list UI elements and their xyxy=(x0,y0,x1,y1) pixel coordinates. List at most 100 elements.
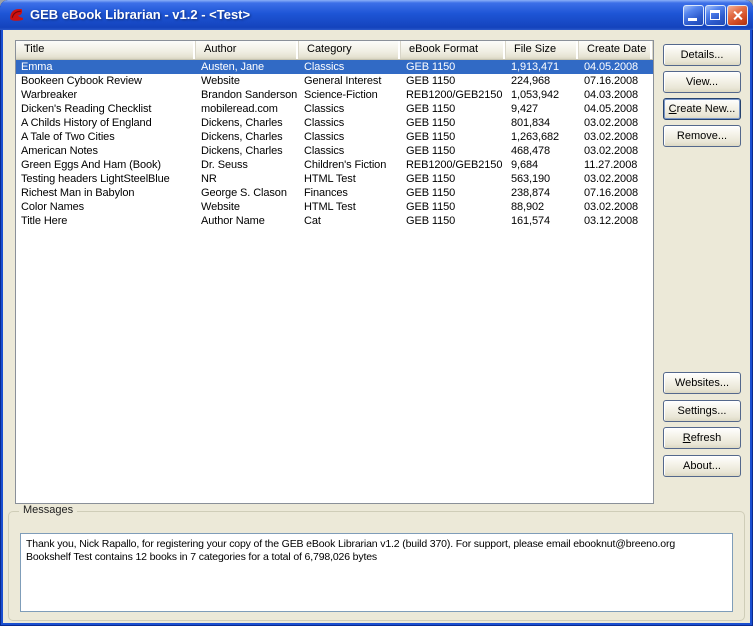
table-row[interactable]: Emma Austen, Jane Classics GEB 1150 1,913,47… xyxy=(16,60,653,74)
maximize-button[interactable] xyxy=(705,5,726,26)
column-header-title[interactable]: Title xyxy=(16,41,196,59)
cell-category: HTML Test xyxy=(304,173,356,185)
table-row[interactable]: A Tale of Two Cities Dickens, Charles Clas… xyxy=(16,130,653,144)
cell-title: Color Names xyxy=(21,201,85,213)
cell-ebook-format: GEB 1150 xyxy=(406,131,456,143)
cell-category: Cat xyxy=(304,215,321,227)
cell-title: American Notes xyxy=(21,145,98,157)
cell-file-size: 563,190 xyxy=(511,173,551,185)
cell-create-date: 03.02.2008 xyxy=(584,173,639,185)
cell-create-date: 11.27.2008 xyxy=(584,159,638,171)
table-row[interactable]: American Notes Dickens, Charles Classics GE… xyxy=(16,144,653,158)
cell-author: Dickens, Charles xyxy=(201,145,283,157)
cell-title: A Childs History of England xyxy=(21,117,152,129)
cell-create-date: 04.05.2008 xyxy=(584,61,639,73)
table-row[interactable]: Testing headers LightSteelBlue NR HTML Tes… xyxy=(16,172,653,186)
message-line: Bookshelf Test contains 12 books in 7 ca… xyxy=(26,551,378,563)
cell-author: Brandon Sanderson xyxy=(201,89,298,101)
cell-create-date: 03.12.2008 xyxy=(584,215,639,227)
details-button[interactable]: Details... xyxy=(663,44,741,66)
cell-author: Austen, Jane xyxy=(201,61,265,73)
remove-button[interactable]: Remove... xyxy=(663,125,741,147)
cell-title: Title Here xyxy=(21,215,68,227)
cell-ebook-format: GEB 1150 xyxy=(406,75,456,87)
cell-author: George S. Clason xyxy=(201,187,287,199)
cell-category: HTML Test xyxy=(304,201,356,213)
view-button[interactable]: View... xyxy=(663,71,741,93)
column-header-category[interactable]: Category xyxy=(299,41,401,59)
red-book-icon xyxy=(10,8,23,21)
cell-ebook-format: GEB 1150 xyxy=(406,187,456,199)
titlebar[interactable]: GEB eBook Librarian - v1.2 - <Test> xyxy=(0,0,753,30)
window-title: GEB eBook Librarian - v1.2 - <Test> xyxy=(30,7,251,22)
cell-file-size: 9,684 xyxy=(511,159,539,171)
book-list: Title Author Category eBook Format File Size… xyxy=(15,40,654,504)
cell-create-date: 03.02.2008 xyxy=(584,131,639,143)
cell-file-size: 9,427 xyxy=(511,103,539,115)
app-icon[interactable] xyxy=(8,6,25,23)
cell-category: Classics xyxy=(304,103,345,115)
column-header-create-date[interactable]: Create Date xyxy=(579,41,653,59)
cell-create-date: 04.03.2008 xyxy=(584,89,639,101)
settings-button[interactable]: Settings... xyxy=(663,400,741,422)
cell-category: Classics xyxy=(304,131,345,143)
cell-category: Science-Fiction xyxy=(304,89,378,101)
column-header-ebook-format[interactable]: eBook Format xyxy=(401,41,506,59)
refresh-button[interactable]: Refresh xyxy=(663,427,741,449)
table-row[interactable]: Richest Man in Babylon George S. Clason Fi… xyxy=(16,186,653,200)
app-window: GEB eBook Librarian - v1.2 - <Test> Titl… xyxy=(0,0,753,626)
cell-category: General Interest xyxy=(304,75,382,87)
cell-ebook-format: GEB 1150 xyxy=(406,215,456,227)
maximize-icon xyxy=(710,10,720,20)
cell-author: mobileread.com xyxy=(201,103,278,115)
cell-create-date: 07.16.2008 xyxy=(584,187,639,199)
cell-create-date: 03.02.2008 xyxy=(584,117,639,129)
cell-create-date: 07.16.2008 xyxy=(584,75,639,87)
close-button[interactable] xyxy=(727,5,748,26)
table-row[interactable]: Title Here Author Name Cat GEB 1150 161,574 0… xyxy=(16,214,653,228)
table-row[interactable]: Dicken's Reading Checklist mobileread.com… xyxy=(16,102,653,116)
cell-category: Classics xyxy=(304,117,345,129)
websites-button[interactable]: Websites... xyxy=(663,372,741,394)
cell-ebook-format: GEB 1150 xyxy=(406,201,456,213)
cell-author: Dickens, Charles xyxy=(201,117,283,129)
cell-category: Classics xyxy=(304,61,345,73)
book-list-header: Title Author Category eBook Format File Size… xyxy=(16,41,653,60)
table-row[interactable]: Green Eggs And Ham (Book) Dr. Seuss Childr… xyxy=(16,158,653,172)
cell-title: A Tale of Two Cities xyxy=(21,131,115,143)
cell-file-size: 1,913,471 xyxy=(511,61,560,73)
cell-ebook-format: GEB 1150 xyxy=(406,103,456,115)
cell-author: Website xyxy=(201,201,240,213)
cell-file-size: 1,053,942 xyxy=(511,89,560,101)
cell-ebook-format: GEB 1150 xyxy=(406,117,456,129)
cell-title: Bookeen Cybook Review xyxy=(21,75,142,87)
about-button[interactable]: About... xyxy=(663,455,741,477)
table-row[interactable]: Bookeen Cybook Review Website General Inte… xyxy=(16,74,653,88)
cell-ebook-format: GEB 1150 xyxy=(406,145,456,157)
messages-label: Messages xyxy=(19,504,78,516)
column-header-author[interactable]: Author xyxy=(196,41,299,59)
cell-title: Green Eggs And Ham (Book) xyxy=(21,159,161,171)
table-row[interactable]: Warbreaker Brandon Sanderson Science-Ficti… xyxy=(16,88,653,102)
cell-file-size: 1,263,682 xyxy=(511,131,560,143)
cell-title: Emma xyxy=(21,61,53,73)
cell-file-size: 161,574 xyxy=(511,215,551,227)
minimize-icon xyxy=(688,18,697,21)
create-new-button[interactable]: Create New... xyxy=(663,98,741,120)
cell-ebook-format: REB1200/GEB2150 xyxy=(406,89,503,101)
column-header-file-size[interactable]: File Size xyxy=(506,41,579,59)
cell-title: Dicken's Reading Checklist xyxy=(21,103,152,115)
message-line: Thank you, Nick Rapallo, for registering… xyxy=(26,538,676,550)
minimize-button[interactable] xyxy=(683,5,704,26)
cell-author: Author Name xyxy=(201,215,265,227)
cell-author: NR xyxy=(201,173,217,185)
cell-author: Dr. Seuss xyxy=(201,159,248,171)
cell-create-date: 04.05.2008 xyxy=(584,103,639,115)
messages-textbox[interactable]: Thank you, Nick Rapallo, for registering… xyxy=(20,533,733,612)
cell-file-size: 238,874 xyxy=(511,187,551,199)
cell-title: Richest Man in Babylon xyxy=(21,187,135,199)
table-row[interactable]: Color Names Website HTML Test GEB 1150 88,90… xyxy=(16,200,653,214)
table-row[interactable]: A Childs History of England Dickens, Char… xyxy=(16,116,653,130)
cell-title: Testing headers LightSteelBlue xyxy=(21,173,170,185)
cell-ebook-format: GEB 1150 xyxy=(406,173,456,185)
